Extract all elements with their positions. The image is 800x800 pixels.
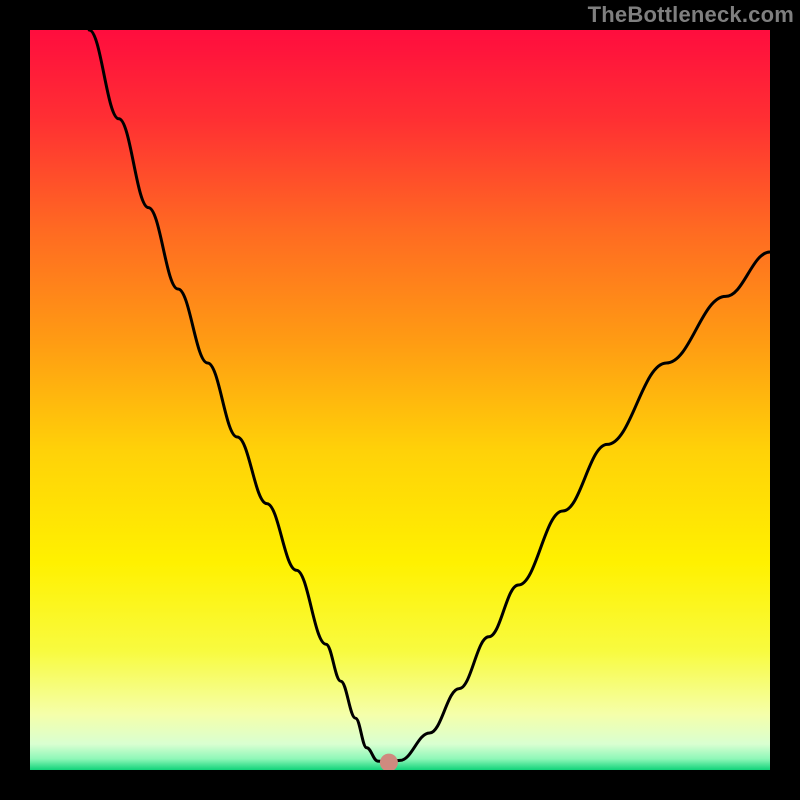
optimum-marker — [380, 754, 398, 772]
watermark-text: TheBottleneck.com — [588, 2, 794, 28]
gradient-background — [30, 30, 770, 770]
chart-svg — [0, 0, 800, 800]
chart-container: TheBottleneck.com — [0, 0, 800, 800]
